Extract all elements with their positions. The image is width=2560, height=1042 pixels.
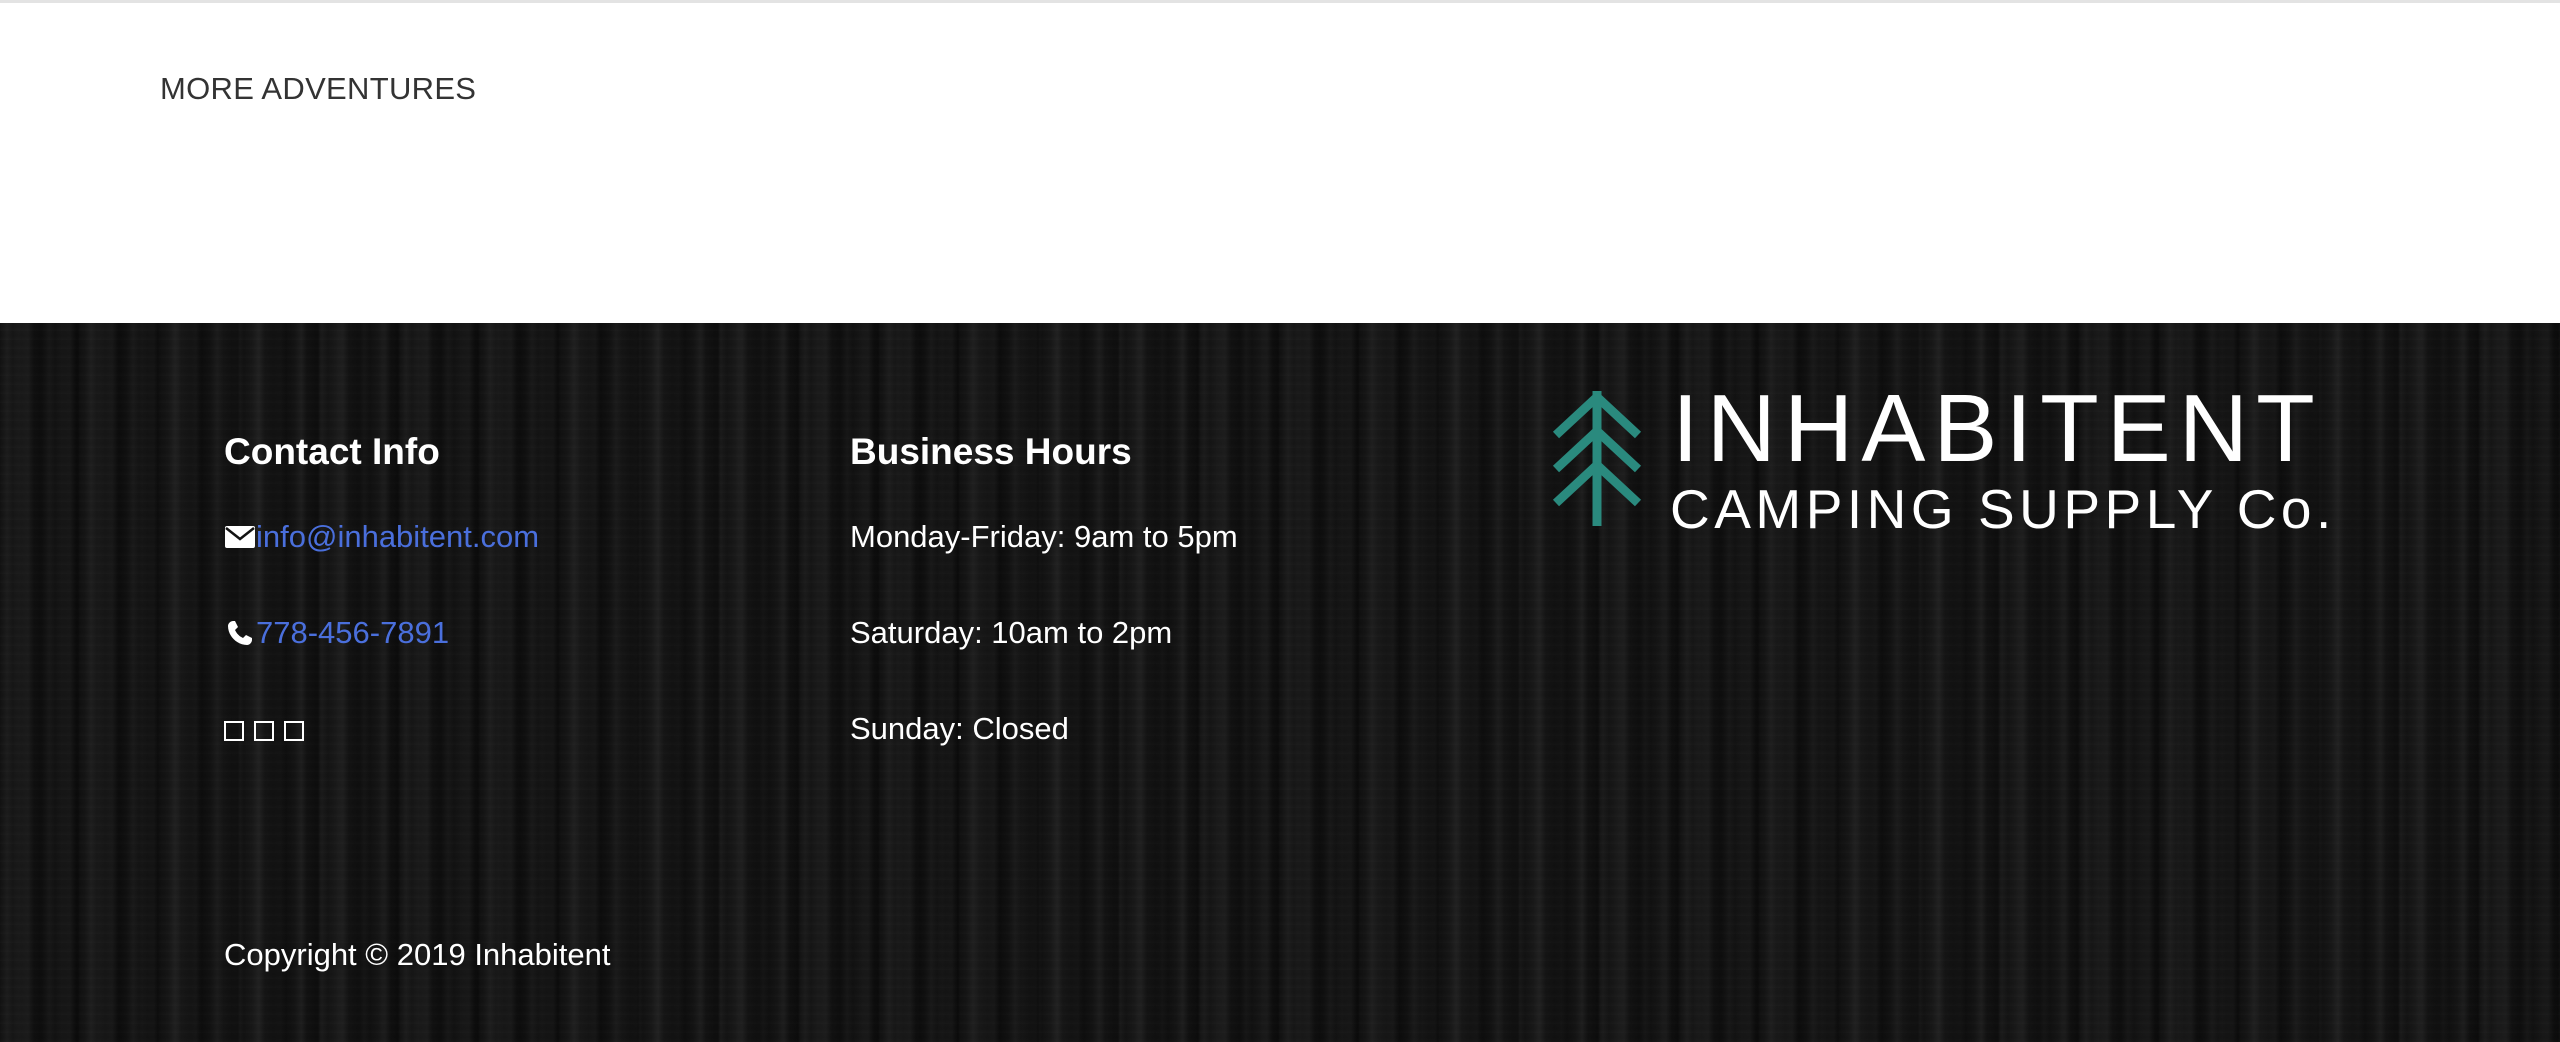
social-icon-3[interactable] xyxy=(284,721,304,741)
business-hours-heading: Business Hours xyxy=(850,431,1132,472)
phone-icon xyxy=(224,617,256,649)
logo-subtitle: CAMPING SUPPLY Co. xyxy=(1670,478,2336,533)
phone-row: 778-456-7891 xyxy=(224,615,449,651)
copyright-text: Copyright © 2019 Inhabitent xyxy=(224,937,611,972)
social-icon-2[interactable] xyxy=(254,721,274,741)
hours-sunday: Sunday: Closed xyxy=(850,711,1069,746)
site-footer: Contact Info info@inhabitent.com 778-456… xyxy=(0,323,2560,1042)
more-adventures-heading: MORE ADVENTURES xyxy=(160,71,477,106)
envelope-icon xyxy=(224,521,256,553)
social-links xyxy=(224,721,304,741)
email-link[interactable]: info@inhabitent.com xyxy=(256,519,539,555)
site-logo[interactable]: INHABITENT CAMPING SUPPLY Co. xyxy=(1552,375,2344,540)
top-divider xyxy=(0,0,2560,3)
phone-link[interactable]: 778-456-7891 xyxy=(256,615,449,651)
hours-weekday: Monday-Friday: 9am to 5pm xyxy=(850,519,1238,554)
hours-saturday: Saturday: 10am to 2pm xyxy=(850,615,1173,650)
main-content-area: MORE ADVENTURES xyxy=(0,0,2560,323)
contact-info-heading: Contact Info xyxy=(224,431,440,472)
social-icon-1[interactable] xyxy=(224,721,244,741)
logo-title: INHABITENT xyxy=(1672,383,2323,482)
email-row: info@inhabitent.com xyxy=(224,519,539,555)
pine-tree-icon xyxy=(1552,390,1642,526)
